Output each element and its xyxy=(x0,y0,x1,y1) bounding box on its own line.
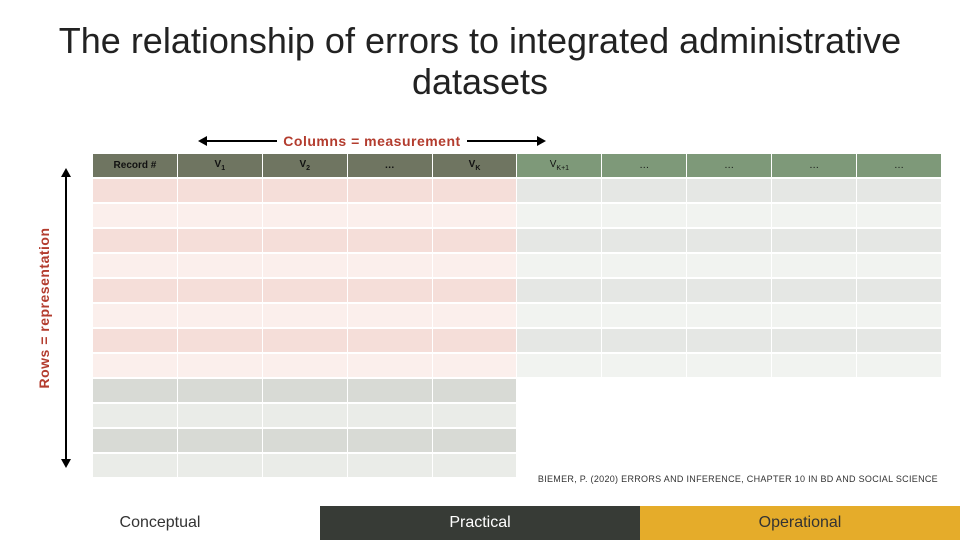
table-row xyxy=(93,229,941,252)
table-row xyxy=(93,204,941,227)
table-row xyxy=(93,354,941,377)
hdr-7: … xyxy=(602,154,686,177)
arrow-right-icon xyxy=(467,136,546,146)
tab-conceptual[interactable]: Conceptual xyxy=(0,506,320,540)
columns-label-group: Columns = measurement xyxy=(152,133,592,149)
table-row xyxy=(93,329,941,352)
citation-text: BIEMER, P. (2020) ERRORS AND INFERENCE, … xyxy=(538,474,938,484)
arrow-vertical-icon xyxy=(60,168,72,468)
tab-practical[interactable]: Practical xyxy=(320,506,640,540)
arrow-left-icon xyxy=(198,136,277,146)
table-row xyxy=(93,179,941,202)
slide: The relationship of errors to integrated… xyxy=(0,0,960,540)
hdr-vk: VK xyxy=(433,154,517,177)
table-row xyxy=(93,404,941,427)
hdr-v1: V1 xyxy=(178,154,262,177)
footer-tabs: Conceptual Practical Operational xyxy=(0,506,960,540)
tab-operational[interactable]: Operational xyxy=(640,506,960,540)
columns-label: Columns = measurement xyxy=(283,133,460,149)
hdr-10: … xyxy=(857,154,941,177)
rows-label-group: Rows = representation xyxy=(32,178,54,438)
table-row xyxy=(93,279,941,302)
table-row xyxy=(93,304,941,327)
hdr-9: … xyxy=(772,154,856,177)
slide-title: The relationship of errors to integrated… xyxy=(55,20,905,103)
rows-label: Rows = representation xyxy=(36,227,52,388)
table-row xyxy=(93,379,941,402)
header-row: Record # V1 V2 … VK VK+1 … … … … xyxy=(93,154,941,177)
hdr-record: Record # xyxy=(93,154,177,177)
table-row xyxy=(93,429,941,452)
hdr-v2: V2 xyxy=(263,154,347,177)
table-row xyxy=(93,254,941,277)
hdr-8: … xyxy=(687,154,771,177)
hdr-dots: … xyxy=(348,154,432,177)
error-grid: Record # V1 V2 … VK VK+1 … … … … xyxy=(92,152,942,479)
hdr-vk1: VK+1 xyxy=(517,154,601,177)
